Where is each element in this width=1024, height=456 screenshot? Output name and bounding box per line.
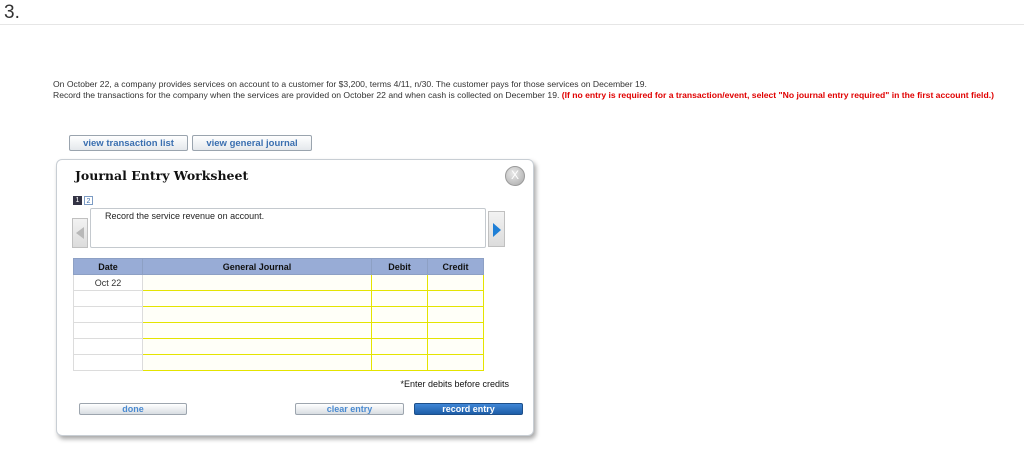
account-field[interactable] <box>142 322 372 339</box>
debits-before-credits-note: *Enter debits before credits <box>400 379 509 389</box>
table-row <box>73 290 484 307</box>
debit-field[interactable] <box>371 354 428 371</box>
instruction-text: Record the service revenue on account. <box>90 208 486 248</box>
done-button[interactable]: done <box>79 403 187 415</box>
journal-table: Date General Journal Debit Credit Oct 22 <box>73 258 484 371</box>
date-cell <box>73 306 143 323</box>
problem-text: On October 22, a company provides servic… <box>53 79 1023 101</box>
date-cell <box>73 322 143 339</box>
problem-line-1: On October 22, a company provides servic… <box>53 79 647 89</box>
account-field[interactable] <box>142 306 372 323</box>
account-field[interactable] <box>142 290 372 307</box>
credit-field[interactable] <box>427 274 484 291</box>
table-row <box>73 338 484 355</box>
previous-arrow-icon[interactable] <box>72 218 88 248</box>
close-icon[interactable]: X <box>505 166 525 186</box>
credit-field[interactable] <box>427 354 484 371</box>
debit-field[interactable] <box>371 290 428 307</box>
credit-field[interactable] <box>427 290 484 307</box>
view-transaction-list-button[interactable]: view transaction list <box>69 135 188 151</box>
problem-warning: (If no entry is required for a transacti… <box>561 90 994 100</box>
table-row <box>73 354 484 371</box>
page-2-button[interactable]: 2 <box>84 196 93 205</box>
debit-field[interactable] <box>371 306 428 323</box>
general-journal-header: General Journal <box>142 258 372 275</box>
date-cell <box>73 290 143 307</box>
question-number: 3. <box>4 2 20 23</box>
account-field[interactable] <box>142 274 372 291</box>
next-arrow-icon[interactable] <box>488 211 505 247</box>
header-divider <box>0 24 1024 25</box>
date-cell: Oct 22 <box>73 274 143 291</box>
debit-field[interactable] <box>371 322 428 339</box>
debit-field[interactable] <box>371 274 428 291</box>
account-field[interactable] <box>142 354 372 371</box>
table-row <box>73 322 484 339</box>
instruction-area: Record the service revenue on account. <box>72 208 510 248</box>
clear-entry-button[interactable]: clear entry <box>295 403 404 415</box>
page-1-button[interactable]: 1 <box>73 196 82 205</box>
date-cell <box>73 354 143 371</box>
debit-header: Debit <box>371 258 428 275</box>
view-general-journal-button[interactable]: view general journal <box>192 135 312 151</box>
table-row <box>73 306 484 323</box>
journal-entry-worksheet: Journal Entry Worksheet X 1 2 Record the… <box>56 159 534 436</box>
credit-field[interactable] <box>427 338 484 355</box>
page-selector: 1 2 <box>73 196 93 205</box>
credit-field[interactable] <box>427 322 484 339</box>
table-row: Oct 22 <box>73 274 484 291</box>
account-field[interactable] <box>142 338 372 355</box>
debit-field[interactable] <box>371 338 428 355</box>
date-header: Date <box>73 258 143 275</box>
problem-line-2: Record the transactions for the company … <box>53 90 560 100</box>
record-entry-button[interactable]: record entry <box>414 403 523 415</box>
credit-field[interactable] <box>427 306 484 323</box>
credit-header: Credit <box>427 258 484 275</box>
date-cell <box>73 338 143 355</box>
worksheet-title: Journal Entry Worksheet <box>75 168 249 183</box>
